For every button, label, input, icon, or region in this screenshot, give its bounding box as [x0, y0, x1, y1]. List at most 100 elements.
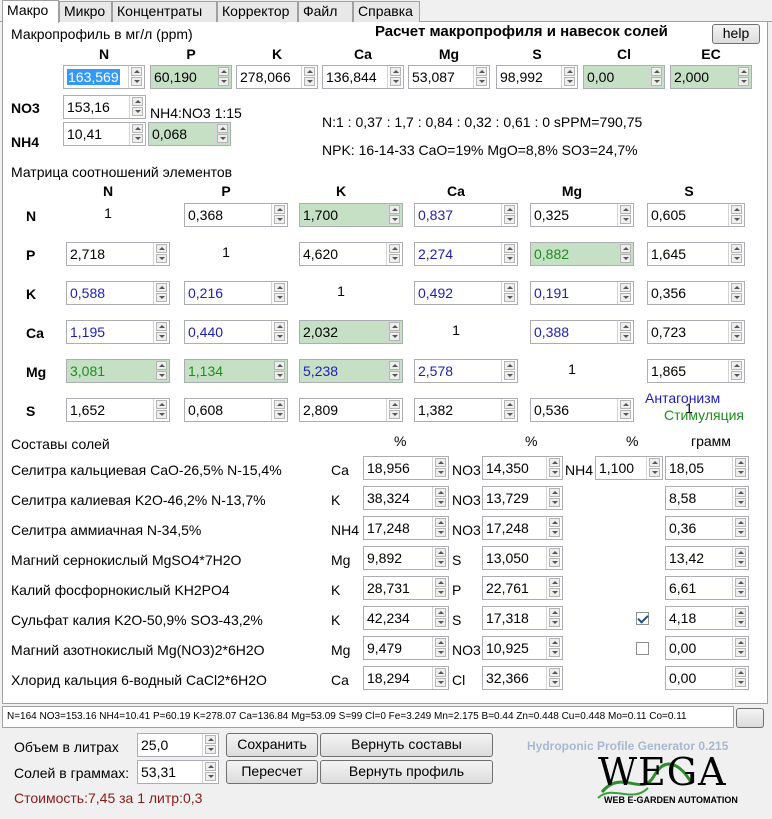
- matrix-cell-5-4[interactable]: 0,536: [530, 398, 634, 422]
- tab-macro[interactable]: Макро: [2, 0, 59, 23]
- matrix-cell-3-1[interactable]: 0,440: [184, 320, 288, 344]
- salt-pct1-3[interactable]: 9,892: [363, 546, 449, 570]
- salts-weight-input[interactable]: 53,31: [137, 760, 219, 784]
- salt-pct2-3[interactable]: 13,050: [482, 546, 563, 570]
- matrix-cell-0-5[interactable]: 0,605: [647, 203, 745, 227]
- matrix-cell-4-3-spinner[interactable]: [501, 360, 517, 382]
- matrix-cell-0-1-spinner[interactable]: [271, 204, 287, 226]
- macro-input-ec[interactable]: 2,000: [670, 65, 752, 89]
- tab-concentrates[interactable]: Концентраты: [112, 1, 217, 22]
- matrix-cell-5-4-spinner[interactable]: [617, 399, 633, 421]
- salt-pct3-0-spinner[interactable]: [646, 457, 662, 479]
- salt-gram-4[interactable]: 6,61: [665, 576, 749, 600]
- matrix-cell-5-0[interactable]: 1,652: [66, 398, 170, 422]
- no3-input[interactable]: 153,16: [63, 95, 146, 119]
- matrix-cell-4-0-spinner[interactable]: [153, 360, 169, 382]
- macro-input-ca[interactable]: 136,844: [322, 65, 404, 89]
- salt-pct2-5-spinner[interactable]: [546, 607, 562, 629]
- salt-gram-1-spinner[interactable]: [732, 487, 748, 509]
- salt-pct1-1[interactable]: 38,324: [363, 486, 449, 510]
- matrix-cell-3-4[interactable]: 0,388: [530, 320, 634, 344]
- salt-pct2-0-spinner[interactable]: [546, 457, 562, 479]
- matrix-cell-5-2-spinner[interactable]: [386, 399, 402, 421]
- matrix-cell-5-0-spinner[interactable]: [153, 399, 169, 421]
- salt-gram-2[interactable]: 0,36: [665, 516, 749, 540]
- salt-pct1-7-spinner[interactable]: [432, 667, 448, 689]
- help-button[interactable]: help: [712, 24, 760, 44]
- matrix-cell-1-3[interactable]: 2,274: [414, 242, 518, 266]
- status-button[interactable]: [736, 708, 764, 728]
- salt-pct2-7[interactable]: 32,366: [482, 666, 563, 690]
- matrix-cell-4-1-spinner[interactable]: [271, 360, 287, 382]
- tab-file[interactable]: Файл: [298, 1, 353, 22]
- macro-input-p-spinner[interactable]: [215, 66, 231, 88]
- salt-gram-2-spinner[interactable]: [732, 517, 748, 539]
- salt-pct1-3-spinner[interactable]: [432, 547, 448, 569]
- salt-pct2-1[interactable]: 13,729: [482, 486, 563, 510]
- salt-gram-7-spinner[interactable]: [732, 667, 748, 689]
- restore-profile-button[interactable]: Вернуть профиль: [320, 760, 493, 784]
- volume-input[interactable]: 25,0: [137, 733, 219, 757]
- macro-input-n[interactable]: 163,569: [63, 65, 145, 89]
- matrix-cell-4-3[interactable]: 2,578: [414, 359, 518, 383]
- tab-corrector[interactable]: Корректор: [217, 1, 298, 22]
- matrix-cell-0-4-spinner[interactable]: [617, 204, 633, 226]
- salt-checkbox-5[interactable]: [636, 612, 649, 625]
- save-button[interactable]: Сохранить: [226, 733, 318, 757]
- macro-input-s[interactable]: 98,992: [496, 65, 578, 89]
- salt-gram-6-spinner[interactable]: [732, 637, 748, 659]
- salt-gram-3[interactable]: 13,42: [665, 546, 749, 570]
- matrix-cell-4-5[interactable]: 1,865: [647, 359, 745, 383]
- volume-spinner[interactable]: [202, 734, 218, 756]
- salt-pct1-5-spinner[interactable]: [432, 607, 448, 629]
- matrix-cell-0-2-spinner[interactable]: [386, 204, 402, 226]
- matrix-cell-5-1-spinner[interactable]: [271, 399, 287, 421]
- matrix-cell-1-0-spinner[interactable]: [153, 243, 169, 265]
- salt-pct1-0-spinner[interactable]: [432, 457, 448, 479]
- matrix-cell-1-2[interactable]: 4,620: [299, 242, 403, 266]
- matrix-cell-3-0[interactable]: 1,195: [66, 320, 170, 344]
- matrix-cell-5-1[interactable]: 0,608: [184, 398, 288, 422]
- matrix-cell-5-3-spinner[interactable]: [501, 399, 517, 421]
- salt-pct2-0[interactable]: 14,350: [482, 456, 563, 480]
- matrix-cell-2-5[interactable]: 0,356: [647, 281, 745, 305]
- matrix-cell-3-0-spinner[interactable]: [153, 321, 169, 343]
- nh4-spinner[interactable]: [129, 123, 145, 145]
- matrix-cell-4-1[interactable]: 1,134: [184, 359, 288, 383]
- matrix-cell-0-5-spinner[interactable]: [728, 204, 744, 226]
- no3-spinner[interactable]: [129, 96, 145, 118]
- salt-pct2-4[interactable]: 22,761: [482, 576, 563, 600]
- matrix-cell-3-2-spinner[interactable]: [386, 321, 402, 343]
- salt-pct1-0[interactable]: 18,956: [363, 456, 449, 480]
- matrix-cell-4-2[interactable]: 5,238: [299, 359, 403, 383]
- matrix-cell-3-2[interactable]: 2,032: [299, 320, 403, 344]
- salt-gram-5[interactable]: 4,18: [665, 606, 749, 630]
- macro-input-p[interactable]: 60,190: [150, 65, 232, 89]
- salt-pct3-0[interactable]: 1,100: [595, 456, 663, 480]
- matrix-cell-2-3-spinner[interactable]: [501, 282, 517, 304]
- salt-pct1-7[interactable]: 18,294: [363, 666, 449, 690]
- salt-pct2-7-spinner[interactable]: [546, 667, 562, 689]
- matrix-cell-2-3[interactable]: 0,492: [414, 281, 518, 305]
- salt-pct1-4-spinner[interactable]: [432, 577, 448, 599]
- matrix-cell-2-1-spinner[interactable]: [271, 282, 287, 304]
- salt-gram-6[interactable]: 0,00: [665, 636, 749, 660]
- macro-input-mg-spinner[interactable]: [473, 66, 489, 88]
- matrix-cell-0-4[interactable]: 0,325: [530, 203, 634, 227]
- matrix-cell-2-4[interactable]: 0,191: [530, 281, 634, 305]
- salt-pct1-4[interactable]: 28,731: [363, 576, 449, 600]
- matrix-cell-4-0[interactable]: 3,081: [66, 359, 170, 383]
- matrix-cell-1-4[interactable]: 0,882: [530, 242, 634, 266]
- macro-input-cl-spinner[interactable]: [648, 66, 664, 88]
- matrix-cell-2-1[interactable]: 0,216: [184, 281, 288, 305]
- restore-salts-button[interactable]: Вернуть составы: [320, 733, 493, 757]
- matrix-cell-0-3-spinner[interactable]: [501, 204, 517, 226]
- salt-pct1-5[interactable]: 42,234: [363, 606, 449, 630]
- salt-pct2-4-spinner[interactable]: [546, 577, 562, 599]
- matrix-cell-0-1[interactable]: 0,368: [184, 203, 288, 227]
- matrix-cell-3-1-spinner[interactable]: [271, 321, 287, 343]
- matrix-cell-2-5-spinner[interactable]: [728, 282, 744, 304]
- matrix-cell-1-0[interactable]: 2,718: [66, 242, 170, 266]
- tab-help[interactable]: Справка: [353, 1, 420, 22]
- matrix-cell-5-2[interactable]: 2,809: [299, 398, 403, 422]
